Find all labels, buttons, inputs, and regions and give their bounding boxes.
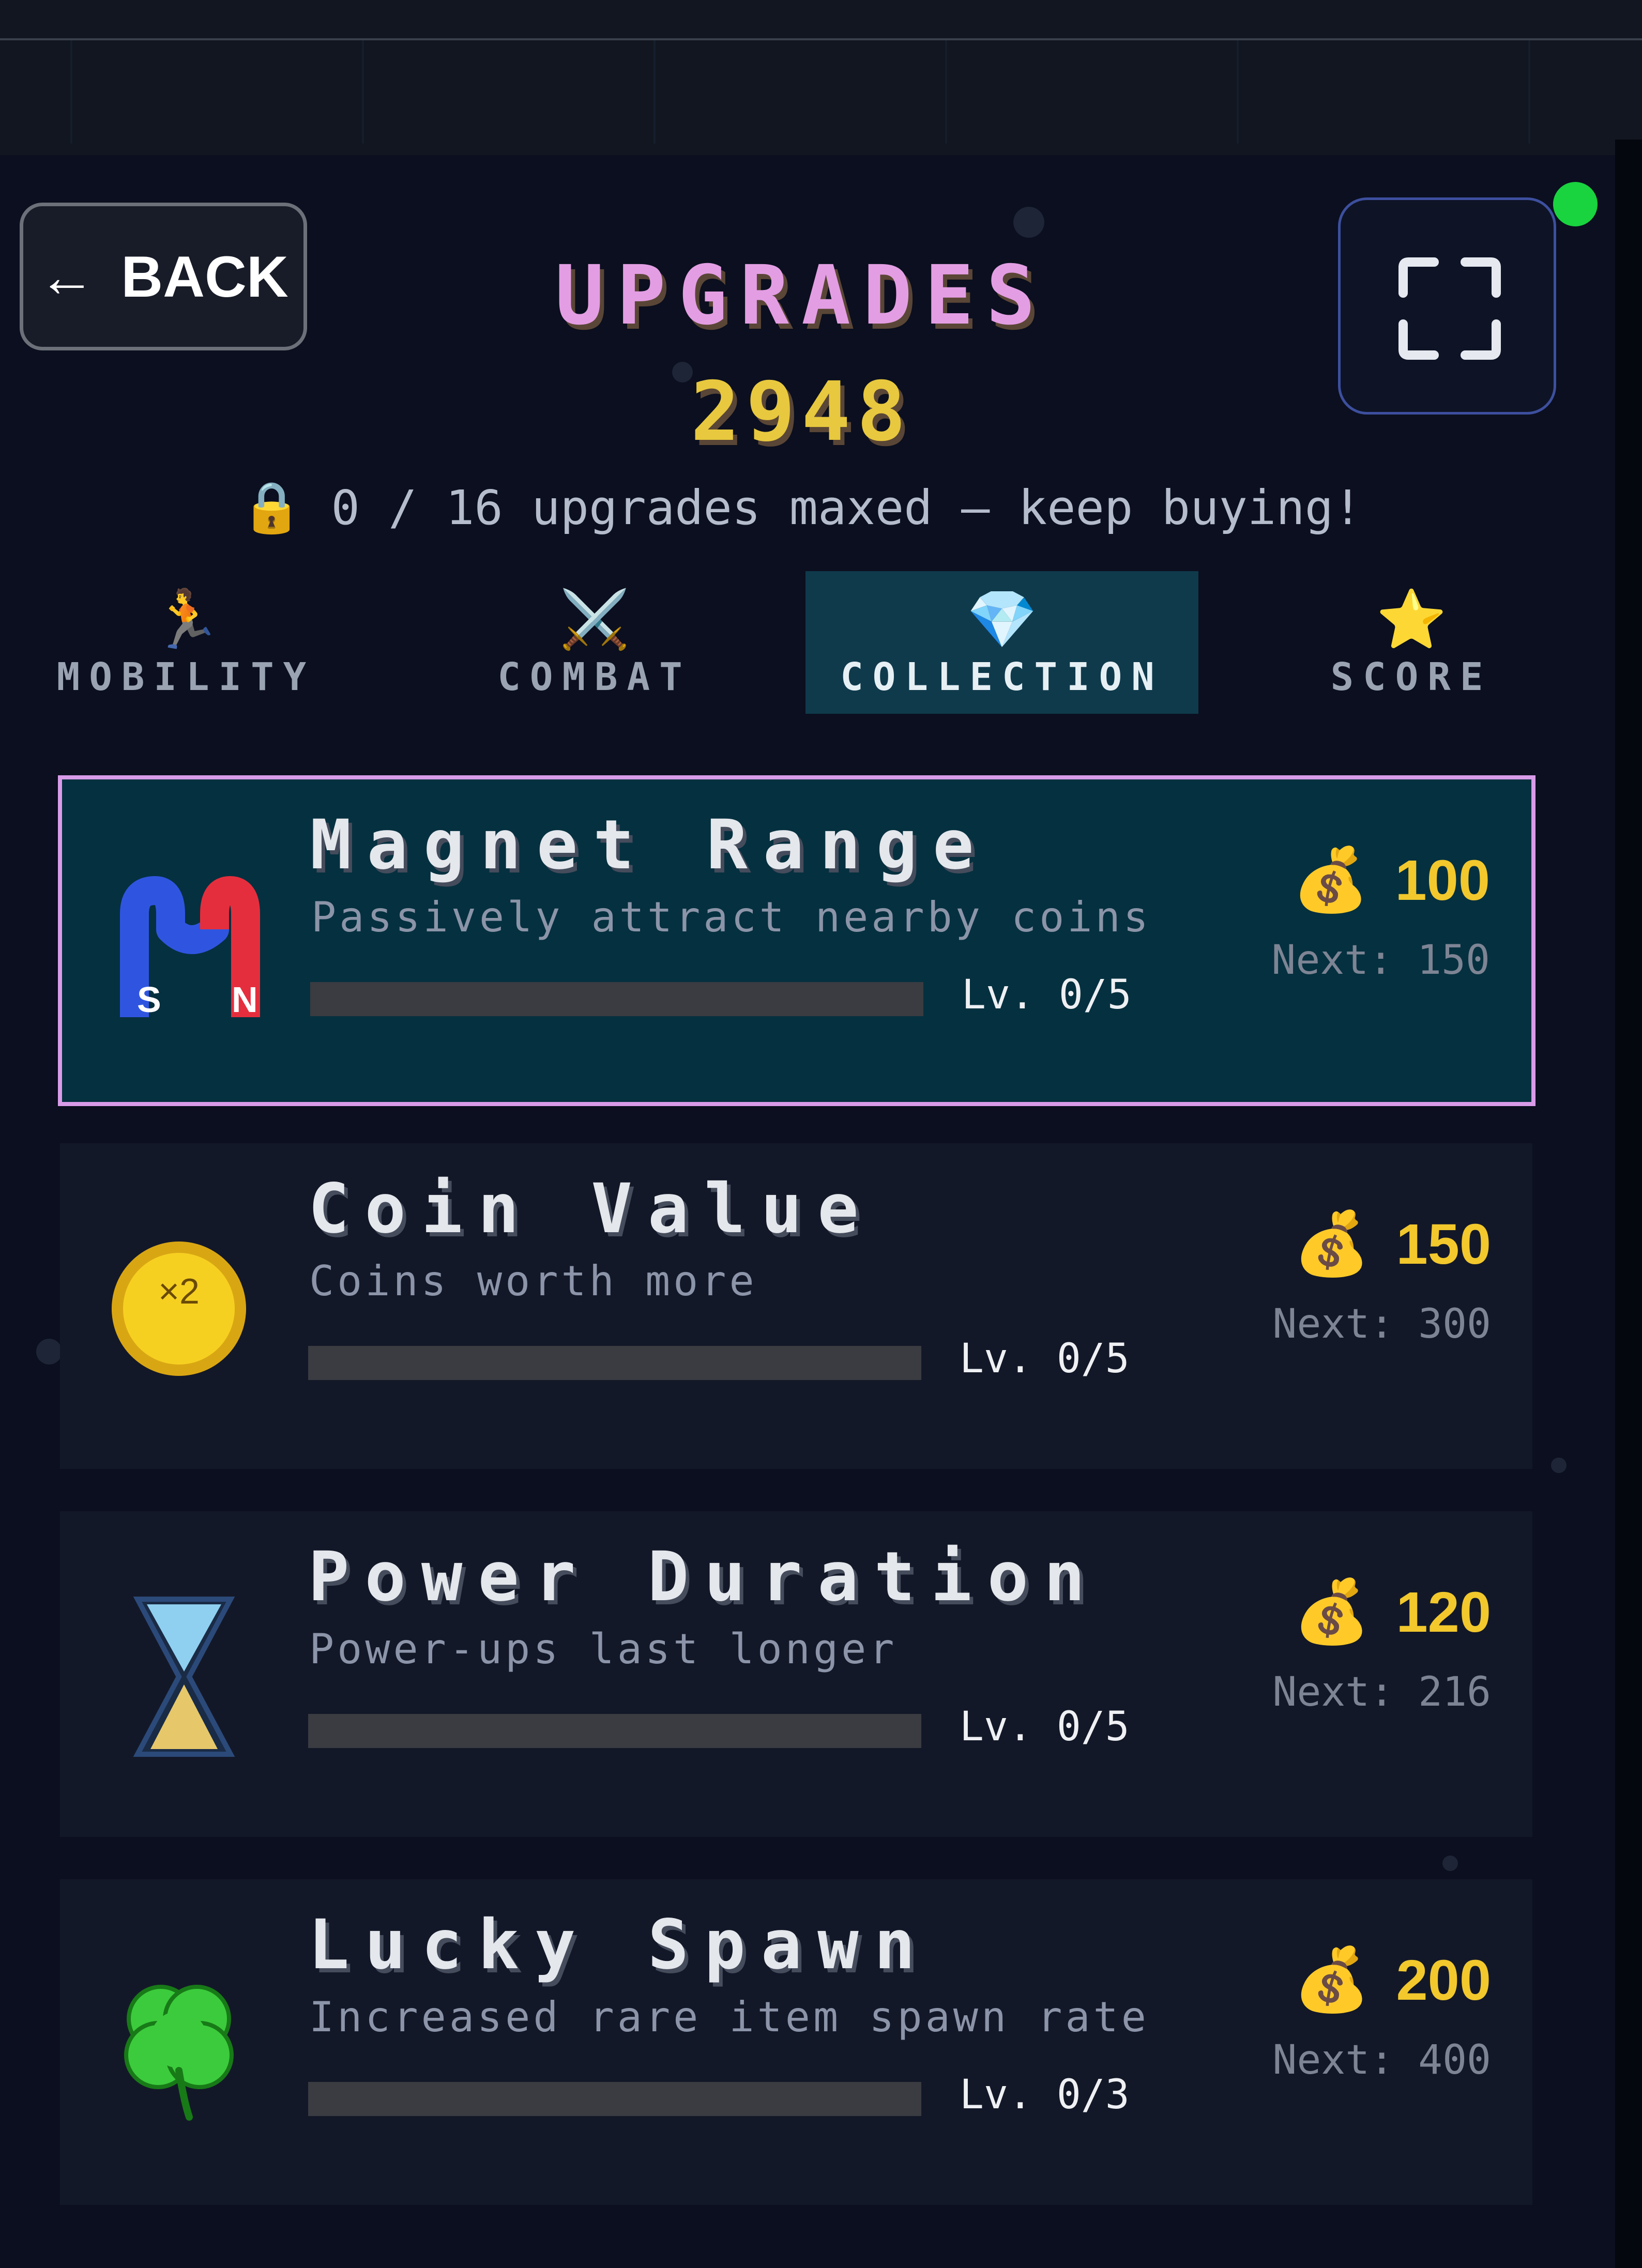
tab-combat[interactable]: ⚔️ COMBAT <box>450 571 739 714</box>
background-particle <box>1442 1856 1458 1871</box>
fullscreen-button[interactable] <box>1338 197 1556 415</box>
crossed-swords-icon: ⚔️ <box>559 586 630 652</box>
grid-line <box>945 40 947 144</box>
coin-x2-icon: ×2 <box>112 1226 267 1391</box>
upgrade-next-cost: Next: 216 <box>1272 1669 1491 1715</box>
top-bar <box>0 0 1642 155</box>
upgrade-description: Passively attract nearby coins <box>311 893 1151 941</box>
upgrade-cost: 200 <box>1396 1948 1491 2012</box>
upgrade-price: 💰 200 <box>1293 1947 1491 2014</box>
lock-icon: 🔒 <box>240 478 303 536</box>
running-person-icon: 🏃 <box>150 586 222 652</box>
money-bag-icon: 💰 <box>1293 1576 1371 1648</box>
grid-line <box>70 40 72 144</box>
category-tabs: 🏃 MOBILITY ⚔️ COMBAT 💎 COLLECTION ⭐ SCOR… <box>0 571 1615 716</box>
money-bag-icon: 💰 <box>1292 844 1370 916</box>
upgrade-description: Increased rare item spawn rate <box>309 1993 1149 2041</box>
upgrade-cost: 120 <box>1396 1580 1491 1644</box>
tab-label: COLLECTION <box>840 655 1164 699</box>
clover-icon <box>112 1962 267 2127</box>
grid-line <box>653 40 656 144</box>
upgrade-level: Lv. 0/3 <box>960 2072 1130 2118</box>
magnet-icon: S N <box>114 862 269 1028</box>
upgrade-level: Lv. 0/5 <box>960 1336 1130 1382</box>
svg-text:S: S <box>137 979 161 1020</box>
background-particle <box>1013 207 1044 238</box>
upgrade-next-cost: Next: 150 <box>1271 937 1490 984</box>
tab-label: COMBAT <box>497 655 692 699</box>
fullscreen-icon <box>1398 257 1501 360</box>
upgrade-description: Power-ups last longer <box>309 1625 898 1673</box>
upgrade-next-cost: Next: 400 <box>1272 2037 1491 2083</box>
maxed-progress-text: 0 / 16 upgrades maxed — keep buying! <box>331 480 1362 535</box>
tab-score[interactable]: ⭐ SCORE <box>1293 571 1530 714</box>
gem-icon: 💎 <box>966 586 1038 652</box>
tab-collection[interactable]: 💎 COLLECTION <box>805 571 1198 714</box>
upgrade-card-power-duration[interactable]: Power Duration Power-ups last longer Lv.… <box>60 1511 1532 1837</box>
tab-mobility[interactable]: 🏃 MOBILITY <box>41 571 331 714</box>
star-icon: ⭐ <box>1376 586 1447 652</box>
upgrade-card-lucky-spawn[interactable]: Lucky Spawn Increased rare item spawn ra… <box>60 1879 1532 2205</box>
upgrade-card-magnet-range[interactable]: S N Magnet Range Passively attract nearb… <box>58 775 1535 1106</box>
upgrade-price: 💰 100 <box>1292 847 1490 914</box>
money-bag-icon: 💰 <box>1293 1944 1371 2016</box>
tab-label: MOBILITY <box>56 655 316 699</box>
background-particle <box>1551 1458 1567 1473</box>
upgrade-name: Magnet Range <box>310 805 990 885</box>
grid-line <box>1237 40 1239 144</box>
scrollbar-track[interactable] <box>1615 140 1642 2268</box>
grid-line <box>362 40 364 144</box>
hourglass-icon <box>112 1594 267 1759</box>
upgrade-level-bar <box>310 982 923 1016</box>
grid-line <box>1528 40 1530 144</box>
tab-label: SCORE <box>1330 655 1493 699</box>
upgrade-next-cost: Next: 300 <box>1272 1301 1491 1347</box>
svg-text:N: N <box>232 979 258 1020</box>
upgrade-price: 💰 120 <box>1293 1579 1491 1646</box>
upgrade-card-coin-value[interactable]: ×2 Coin Value Coins worth more Lv. 0/5 💰… <box>60 1143 1532 1469</box>
upgrade-name: Power Duration <box>308 1537 1101 1617</box>
upgrade-level-bar <box>308 1346 921 1380</box>
upgrade-name: Coin Value <box>308 1169 874 1249</box>
upgrade-level-bar <box>308 2082 921 2116</box>
upgrade-name: Lucky Spawn <box>308 1905 931 1985</box>
upgrade-level: Lv. 0/5 <box>962 972 1132 1018</box>
top-bar-divider <box>0 38 1642 40</box>
upgrade-level-bar <box>308 1714 921 1748</box>
upgrade-cost: 100 <box>1395 848 1490 912</box>
upgrade-price: 💰 150 <box>1293 1210 1491 1278</box>
online-status-indicator <box>1553 182 1598 226</box>
upgrade-level: Lv. 0/5 <box>960 1704 1130 1750</box>
money-bag-icon: 💰 <box>1293 1208 1371 1280</box>
coin-multiplier-label: ×2 <box>158 1271 200 1311</box>
maxed-progress: 🔒 0 / 16 upgrades maxed — keep buying! <box>0 478 1603 537</box>
upgrade-cost: 150 <box>1396 1212 1491 1276</box>
background-particle <box>36 1339 62 1365</box>
upgrade-description: Coins worth more <box>309 1257 757 1305</box>
